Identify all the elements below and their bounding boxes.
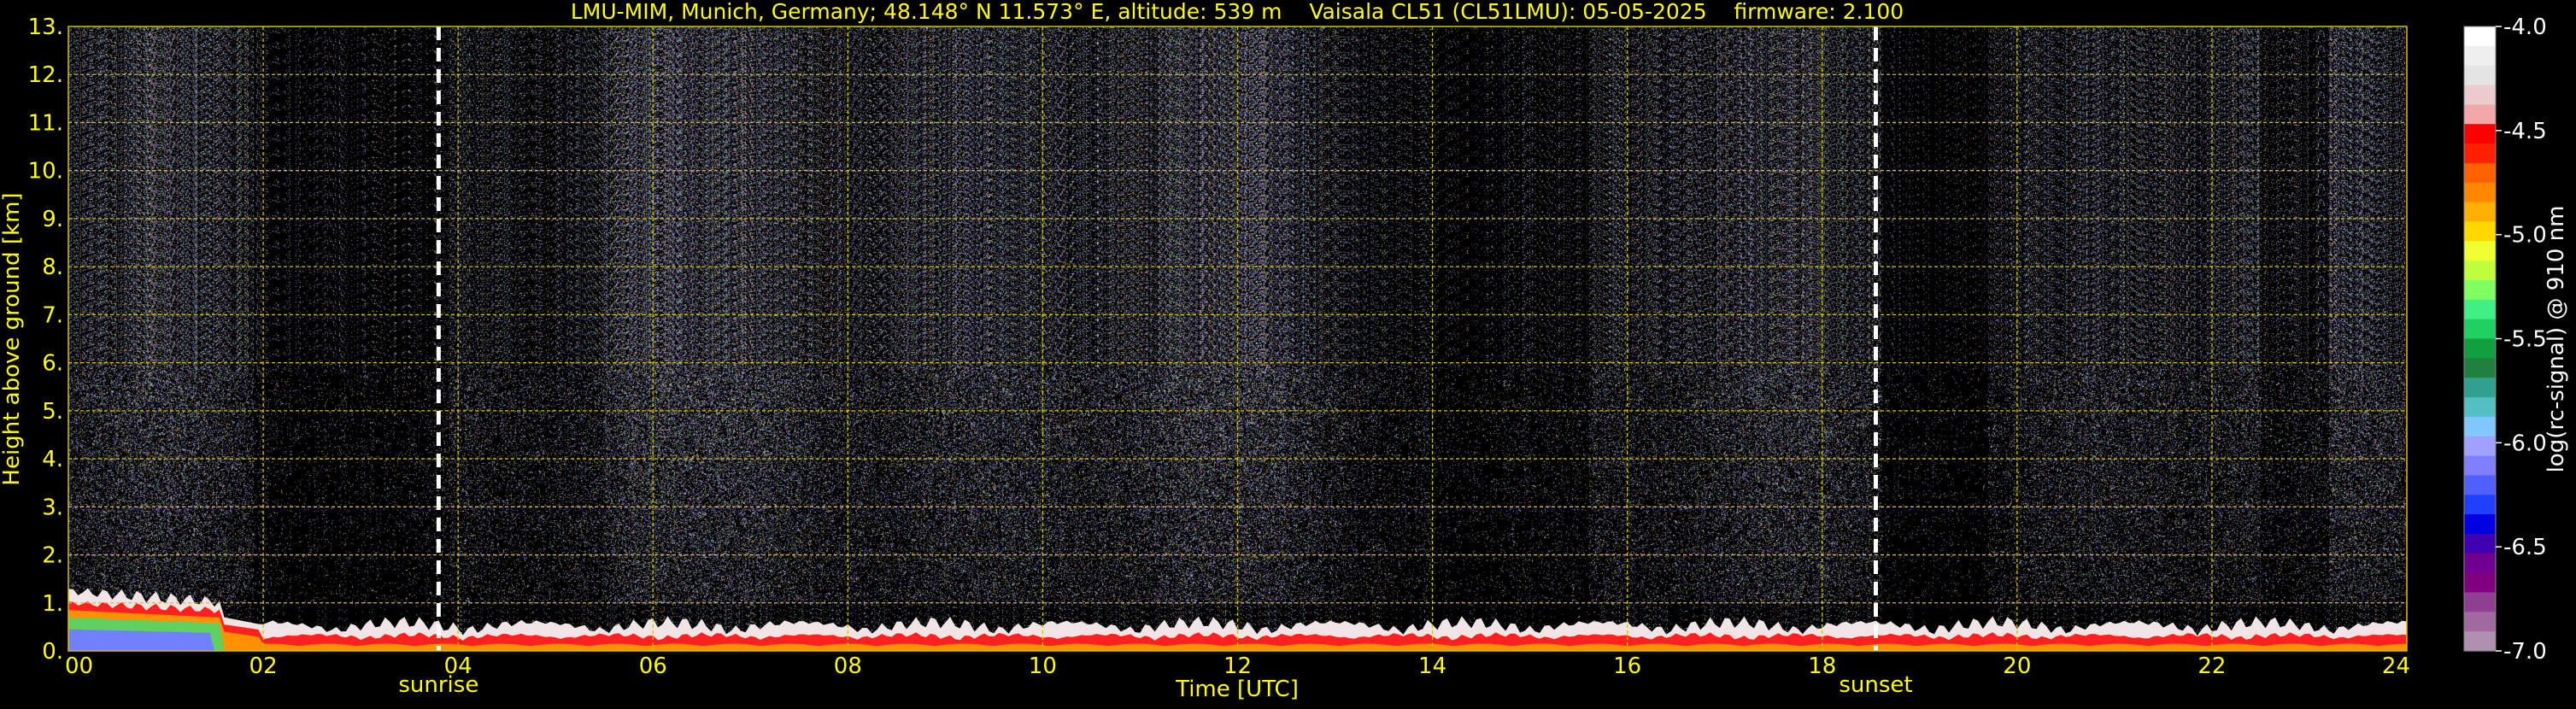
y-tick-label: 5. <box>42 399 63 425</box>
x-tick-label: 12 <box>1223 653 1252 679</box>
colorbar-swatch <box>2464 475 2496 495</box>
colorbar-label: log(rc-signal) @ 910 nm <box>2544 206 2569 473</box>
chart-svg: 00 02 04 06 08 10 12 14 16 18 20 22 24 0.1.2.3.4.5.6… <box>0 0 2576 706</box>
y-tick-label: 4. <box>42 447 63 472</box>
colorbar-swatch <box>2464 162 2496 184</box>
x-tick-label: 10 <box>1029 653 1057 679</box>
y-tick-label: 7. <box>42 302 63 328</box>
y-tick-label: 3. <box>42 495 63 520</box>
colorbar-swatch <box>2464 592 2496 612</box>
y-tick-label: 10. <box>28 159 63 185</box>
colorbar-tick-label: -6.0 <box>2503 431 2547 456</box>
colorbar-swatch <box>2464 553 2496 574</box>
colorbar-swatch <box>2464 45 2496 67</box>
colorbar-swatch <box>2464 436 2496 457</box>
colorbar-tick-label: -7.0 <box>2503 639 2547 665</box>
y-tick-label: 8. <box>42 255 63 280</box>
colorbar-swatch <box>2464 495 2496 515</box>
colorbar-swatch <box>2464 104 2496 125</box>
colorbar-swatch <box>2464 397 2496 418</box>
y-tick-label: 11. <box>28 110 63 136</box>
x-tick-label: 06 <box>639 653 667 679</box>
y-tick-label: 1. <box>42 591 63 617</box>
ceilometer-chart: 00 02 04 06 08 10 12 14 16 18 20 22 24 0. 1. 2. 3. 4. 5. 6… <box>0 0 2576 706</box>
y-tick-label: 0. <box>42 639 63 665</box>
plot-area <box>67 26 2408 652</box>
colorbar-swatch <box>2464 279 2496 301</box>
y-tick-label: 13. <box>28 15 63 40</box>
colorbar-swatch <box>2464 241 2496 261</box>
chart-title: LMU-MIM, Munich, Germany; 48.148° N 11.5… <box>571 0 1904 24</box>
x-tick-label: 16 <box>1613 653 1641 679</box>
colorbar-swatch <box>2464 631 2496 652</box>
colorbar-swatch <box>2464 182 2496 203</box>
colorbar-swatch <box>2464 612 2496 632</box>
x-tick-label: 20 <box>2003 653 2031 679</box>
colorbar-swatch <box>2464 514 2496 535</box>
colorbar-swatch <box>2464 124 2496 144</box>
colorbar-swatch <box>2464 26 2496 47</box>
colorbar-tick-label: -5.5 <box>2503 327 2547 353</box>
sunset-label: sunset <box>1839 672 1912 698</box>
y-tick-label: 2. <box>42 543 63 569</box>
colorbar-tick-label: -4.5 <box>2503 119 2547 144</box>
x-tick-label: 14 <box>1418 653 1446 679</box>
colorbar-swatch <box>2464 299 2496 320</box>
colorbar-swatch <box>2464 319 2496 340</box>
sunrise-label: sunrise <box>398 672 478 698</box>
colorbar-tick-label: -5.0 <box>2503 223 2547 249</box>
y-tick-label: 6. <box>42 351 63 377</box>
x-tick-label: 18 <box>1808 653 1836 679</box>
colorbar-swatch <box>2464 202 2496 223</box>
colorbar-tick-label: -6.5 <box>2503 535 2547 560</box>
colorbar-swatch <box>2464 533 2496 554</box>
colorbar-swatch <box>2464 221 2496 242</box>
x-tick-label: 08 <box>834 653 862 679</box>
y-tick-label: 12. <box>28 62 63 88</box>
colorbar-swatch <box>2464 85 2496 105</box>
colorbar-swatch <box>2464 65 2496 86</box>
x-tick-label: 00 <box>65 653 93 679</box>
colorbar-swatch <box>2464 378 2496 398</box>
y-axis-label: Height above ground [km] <box>0 192 25 485</box>
x-tick-label: 22 <box>2198 653 2226 679</box>
colorbar-swatch <box>2464 572 2496 594</box>
x-tick-label: 02 <box>249 653 278 679</box>
colorbar-swatches <box>2464 26 2496 652</box>
colorbar-swatch <box>2464 261 2496 281</box>
colorbar-swatch <box>2464 358 2496 378</box>
x-tick-label: 24 <box>2382 653 2410 679</box>
colorbar-swatch <box>2464 416 2496 437</box>
colorbar-tick-label: -4.0 <box>2503 15 2547 40</box>
colorbar-swatch <box>2464 455 2496 477</box>
y-tick-label: 9. <box>42 207 63 232</box>
colorbar-swatch <box>2464 338 2496 359</box>
colorbar-swatch <box>2464 144 2496 164</box>
x-axis-label: Time [UTC] <box>1175 677 1299 702</box>
